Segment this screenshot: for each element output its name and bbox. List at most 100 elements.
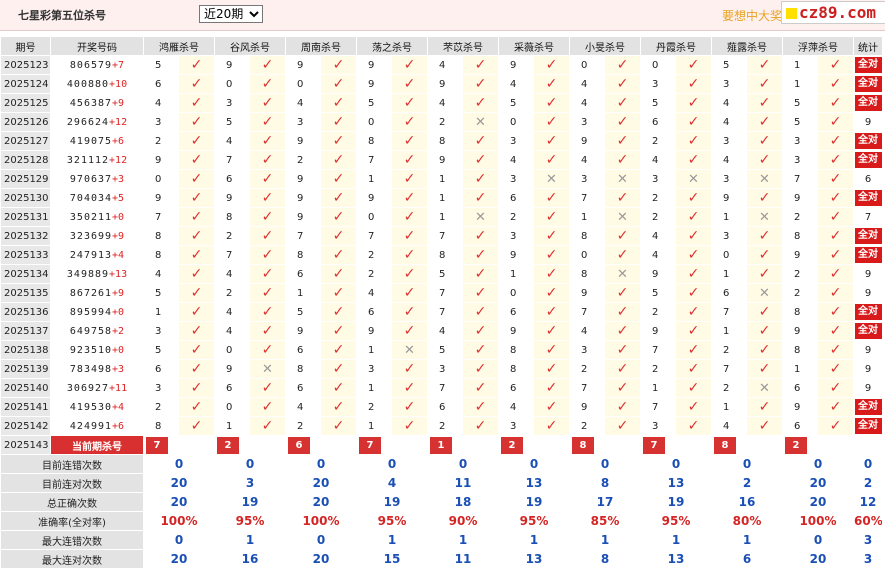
period-range-select[interactable]: 近20期 <box>199 5 263 23</box>
cross-icon: ✕ <box>746 169 783 189</box>
summary-value: 1 <box>640 530 712 550</box>
draw-digits: 349889 <box>66 268 110 280</box>
draw-suffix: +9 <box>112 230 125 242</box>
draw-suffix: +0 <box>112 306 125 318</box>
summary-value: 0 <box>285 454 357 474</box>
kill-number-cell: 9 <box>498 321 534 341</box>
stat-cell: 7 <box>853 207 883 227</box>
current-kill-cell: 6 <box>285 435 357 455</box>
kill-number-cell: 9 <box>498 245 534 265</box>
table-row: 2025131 350211+0 7 ✓ 8 ✓ 9 ✓ 0 ✓ 1 ✕ 2 ✓ 1 ✕ 2 ✓ 1 ✕ 2 ✓ 7 <box>0 207 883 227</box>
kill-number-cell: 9 <box>285 188 321 208</box>
check-icon: ✓ <box>675 359 712 379</box>
draw-digits: 704034 <box>69 192 113 204</box>
check-icon: ✓ <box>391 264 428 284</box>
logo-square-icon <box>786 8 797 19</box>
check-icon: ✓ <box>178 93 215 113</box>
kill-number-cell: 3 <box>285 112 321 132</box>
kill-number-cell: 7 <box>214 245 250 265</box>
check-icon: ✓ <box>178 264 215 284</box>
kill-number-cell: 8 <box>782 226 818 246</box>
check-icon: ✓ <box>746 188 783 208</box>
kill-number-cell: 5 <box>214 112 250 132</box>
kill-number-cell: 5 <box>640 93 676 113</box>
check-icon: ✓ <box>675 302 712 322</box>
kill-number-cell: 5 <box>143 283 179 303</box>
summary-value: 0 <box>640 454 712 474</box>
check-icon: ✓ <box>320 93 357 113</box>
draw-digits: 806579 <box>69 59 113 71</box>
draw-suffix: +9 <box>112 97 125 109</box>
kill-number-cell: 3 <box>711 131 747 151</box>
check-icon: ✓ <box>178 112 215 132</box>
check-icon: ✓ <box>249 131 286 151</box>
check-icon: ✓ <box>391 169 428 189</box>
check-icon: ✓ <box>462 283 499 303</box>
summary-value: 1 <box>427 530 499 550</box>
draw-number-cell: 867261+9 <box>50 283 144 303</box>
check-icon: ✓ <box>178 359 215 379</box>
site-logo[interactable]: cz89.com <box>781 1 885 24</box>
cross-icon: ✕ <box>604 207 641 227</box>
draw-suffix: +13 <box>109 268 128 280</box>
kill-number-cell: 4 <box>498 74 534 94</box>
check-icon: ✓ <box>604 188 641 208</box>
draw-suffix: +6 <box>112 420 125 432</box>
stat-cell: 9 <box>853 112 883 132</box>
draw-digits: 419530 <box>69 401 113 413</box>
check-icon: ✓ <box>391 359 428 379</box>
check-icon: ✓ <box>391 378 428 398</box>
check-icon: ✓ <box>533 264 570 284</box>
period-cell: 2025125 <box>0 93 51 113</box>
kill-number-cell: 1 <box>427 169 463 189</box>
kill-number-cell: 6 <box>285 340 321 360</box>
table-row: 2025140 306927+11 3 ✓ 6 ✓ 6 ✓ 1 ✓ 7 ✓ 6 ✓ 7 ✓ 1 ✓ 2 ✕ 6 ✓ 9 <box>0 378 883 398</box>
stat-count: 9 <box>864 287 872 299</box>
check-icon: ✓ <box>462 150 499 170</box>
check-icon: ✓ <box>533 112 570 132</box>
kill-number-cell: 5 <box>498 93 534 113</box>
check-icon: ✓ <box>675 150 712 170</box>
kill-number-cell: 1 <box>356 169 392 189</box>
check-icon: ✓ <box>746 150 783 170</box>
kill-number-cell: 2 <box>569 359 605 379</box>
summary-value: 4 <box>356 473 428 493</box>
period-cell: 2025142 <box>0 416 51 436</box>
draw-suffix: +7 <box>112 59 125 71</box>
kill-number-cell: 3 <box>569 169 605 189</box>
check-icon: ✓ <box>533 150 570 170</box>
check-icon: ✓ <box>320 169 357 189</box>
kill-number-cell: 7 <box>711 302 747 322</box>
kill-number-cell: 6 <box>143 74 179 94</box>
kill-number-cell: 3 <box>782 150 818 170</box>
summary-value: 20 <box>285 492 357 512</box>
all-correct-badge: 全对 <box>854 247 882 263</box>
kill-number-cell: 3 <box>640 416 676 436</box>
check-icon: ✓ <box>391 188 428 208</box>
draw-digits: 400880 <box>66 78 110 90</box>
top-bar: 七星彩第五位杀号 近20期 要想中大奖 cz89.com <box>0 0 885 31</box>
check-icon: ✓ <box>533 416 570 436</box>
kill-number-cell: 8 <box>782 302 818 322</box>
check-icon: ✓ <box>462 340 499 360</box>
check-icon: ✓ <box>817 74 854 94</box>
kill-number-cell: 2 <box>640 359 676 379</box>
column-header-expert: 采薇杀号 <box>498 36 570 56</box>
kill-number-cell: 4 <box>214 302 250 322</box>
check-icon: ✓ <box>462 245 499 265</box>
kill-number-cell: 9 <box>214 188 250 208</box>
check-icon: ✓ <box>746 93 783 113</box>
summary-value: 19 <box>498 492 570 512</box>
promo-text[interactable]: 要想中大奖 <box>722 7 782 24</box>
draw-suffix: +9 <box>112 287 125 299</box>
summary-value: 95% <box>356 511 428 531</box>
kill-number-cell: 1 <box>214 416 250 436</box>
check-icon: ✓ <box>249 207 286 227</box>
check-icon: ✓ <box>320 359 357 379</box>
kill-number-cell: 1 <box>640 378 676 398</box>
kill-number-cell: 4 <box>285 397 321 417</box>
summary-row: 目前连对次数 20 3 20 4 11 13 8 13 2 20 2 <box>0 473 883 493</box>
kill-number-cell: 3 <box>498 226 534 246</box>
column-header-draw: 开奖号码 <box>50 36 144 56</box>
kill-number-cell: 3 <box>143 378 179 398</box>
